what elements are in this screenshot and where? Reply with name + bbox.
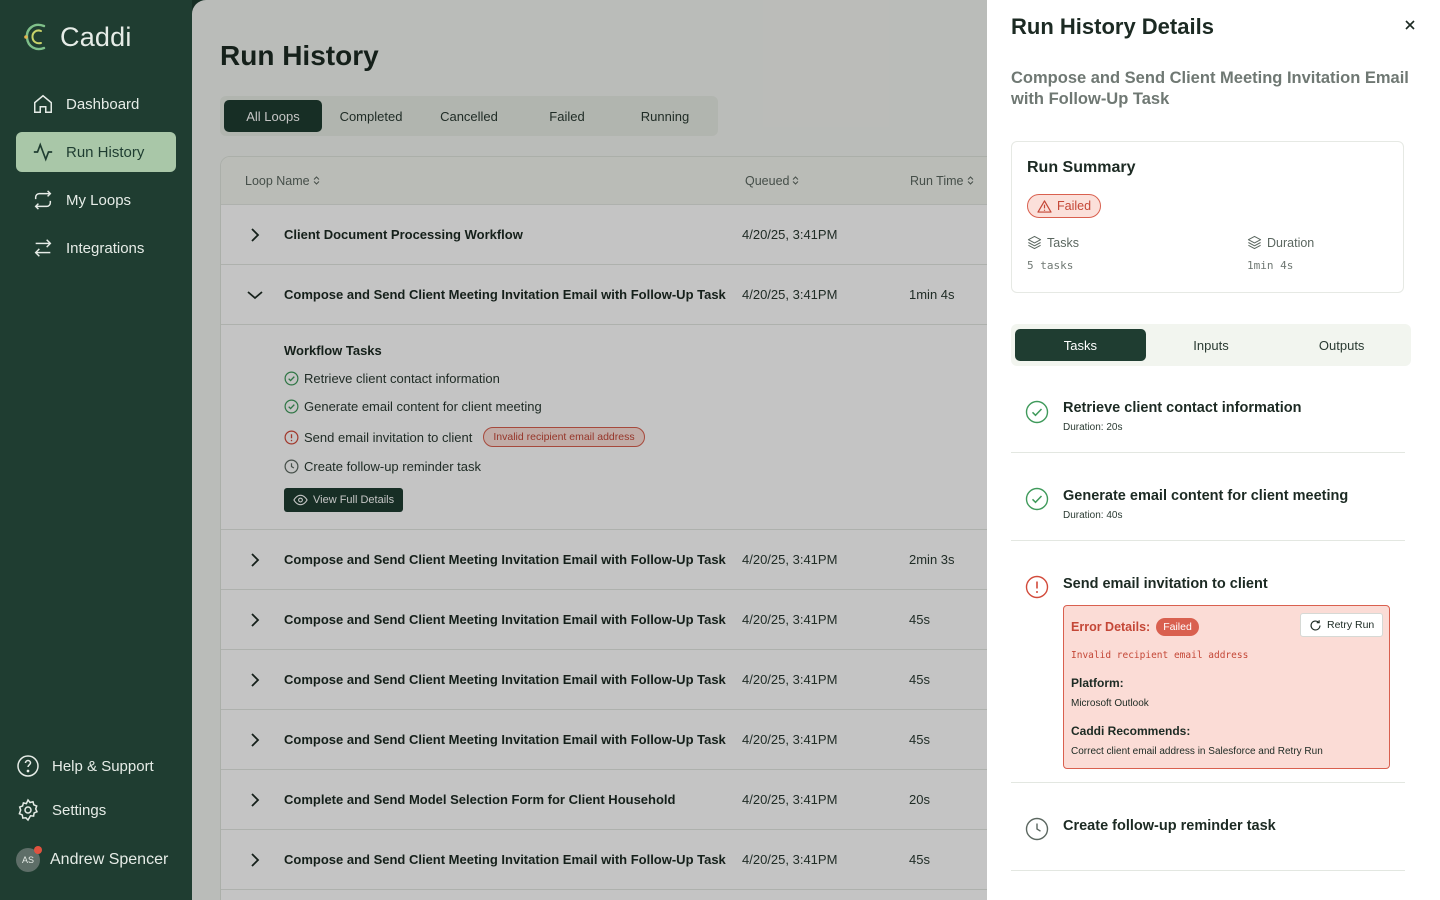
modal-backdrop[interactable] — [192, 0, 987, 900]
notification-dot — [34, 846, 42, 854]
task-name: Send email invitation to client — [1063, 576, 1268, 592]
help-label: Help & Support — [52, 757, 154, 775]
warning-triangle-icon — [1037, 199, 1052, 213]
error-details-title: Error Details: Failed — [1071, 618, 1199, 636]
error-status-badge: Failed — [1156, 618, 1199, 636]
detail-tabs: Tasks Inputs Outputs — [1011, 324, 1411, 366]
tab-inputs[interactable]: Inputs — [1146, 329, 1277, 361]
run-summary-title: Run Summary — [1027, 159, 1136, 176]
task-item: Create follow-up reminder task — [1011, 783, 1405, 871]
run-details-drawer: Run History Details Compose and Send Cli… — [987, 0, 1440, 900]
main-nav: Dashboard Run History My Loops Integrati… — [16, 84, 176, 276]
nav-item-dashboard[interactable]: Dashboard — [16, 84, 176, 124]
avatar-initials: AS — [21, 855, 34, 865]
error-message: Invalid recipient email address — [1071, 650, 1249, 661]
user-profile[interactable]: AS Andrew Spencer — [16, 846, 169, 872]
repeat-icon — [34, 190, 52, 210]
home-icon — [34, 94, 52, 113]
error-details-box: Error Details: Failed Retry Run Invalid … — [1063, 605, 1390, 769]
tab-tasks[interactable]: Tasks — [1015, 329, 1146, 361]
task-name: Create follow-up reminder task — [1063, 818, 1276, 834]
refresh-icon — [1310, 619, 1321, 631]
layers-icon — [1027, 235, 1042, 250]
avatar: AS — [16, 846, 42, 872]
nav-label: My Loops — [66, 191, 132, 209]
arrows-swap-icon — [34, 239, 52, 257]
drawer-title: Run History Details — [1011, 14, 1214, 39]
help-circle-icon — [17, 755, 39, 777]
status-badge: Failed — [1027, 194, 1102, 218]
nav-label: Run History — [66, 143, 145, 161]
task-duration: Duration: 20s — [1063, 422, 1123, 433]
caddi-logo-icon — [24, 23, 46, 51]
settings-label: Settings — [52, 801, 107, 819]
nav-label: Dashboard — [66, 95, 140, 113]
settings-link[interactable]: Settings — [16, 788, 186, 832]
retry-run-button[interactable]: Retry Run — [1300, 613, 1384, 637]
task-item: Retrieve client contact information Dura… — [1011, 366, 1405, 453]
logo[interactable]: Caddi — [22, 20, 132, 54]
tab-outputs[interactable]: Outputs — [1276, 329, 1407, 361]
task-item: Generate email content for client meetin… — [1011, 453, 1405, 541]
check-circle-icon — [1025, 487, 1049, 511]
run-summary-card: Run Summary Failed Tasks 5 tasks Duratio… — [1011, 141, 1404, 293]
duration-stat: Duration 1min 4s — [1247, 235, 1315, 273]
user-name: Andrew Spencer — [50, 851, 169, 868]
sidebar-footer: Help & Support Settings — [16, 744, 186, 832]
retry-run-label: Retry Run — [1327, 619, 1375, 631]
brand-name: Caddi — [60, 21, 132, 52]
nav-item-integrations[interactable]: Integrations — [16, 228, 176, 268]
nav-item-run-history[interactable]: Run History — [16, 132, 176, 172]
close-icon[interactable] — [1403, 18, 1417, 32]
clock-icon — [1025, 817, 1049, 841]
platform-value: Microsoft Outlook — [1071, 698, 1149, 709]
drawer-subtitle: Compose and Send Client Meeting Invitati… — [1011, 69, 1409, 108]
platform-label: Platform: — [1071, 676, 1124, 690]
status-label: Failed — [1057, 199, 1092, 213]
tasks-value: 5 tasks — [1027, 259, 1074, 272]
recommend-label: Caddi Recommends: — [1071, 724, 1191, 738]
duration-value: 1min 4s — [1247, 259, 1294, 272]
sidebar: Caddi Dashboard Run History My Loops Int… — [0, 0, 192, 900]
check-circle-icon — [1025, 400, 1049, 424]
activity-icon — [33, 142, 53, 162]
gear-icon — [18, 798, 39, 822]
help-support-link[interactable]: Help & Support — [16, 744, 186, 788]
recommend-value: Correct client email address in Salesfor… — [1071, 746, 1323, 757]
tasks-label: Tasks — [1047, 235, 1079, 250]
task-name: Retrieve client contact information — [1063, 400, 1302, 416]
duration-label: Duration — [1267, 235, 1315, 250]
layers-icon — [1247, 235, 1262, 250]
nav-item-my-loops[interactable]: My Loops — [16, 180, 176, 220]
error-details-label: Error Details: — [1071, 620, 1151, 634]
task-name: Generate email content for client meetin… — [1063, 488, 1349, 504]
nav-label: Integrations — [66, 239, 145, 257]
alert-circle-icon — [1025, 575, 1049, 599]
tasks-stat: Tasks 5 tasks — [1027, 235, 1079, 273]
task-duration: Duration: 40s — [1063, 510, 1123, 521]
